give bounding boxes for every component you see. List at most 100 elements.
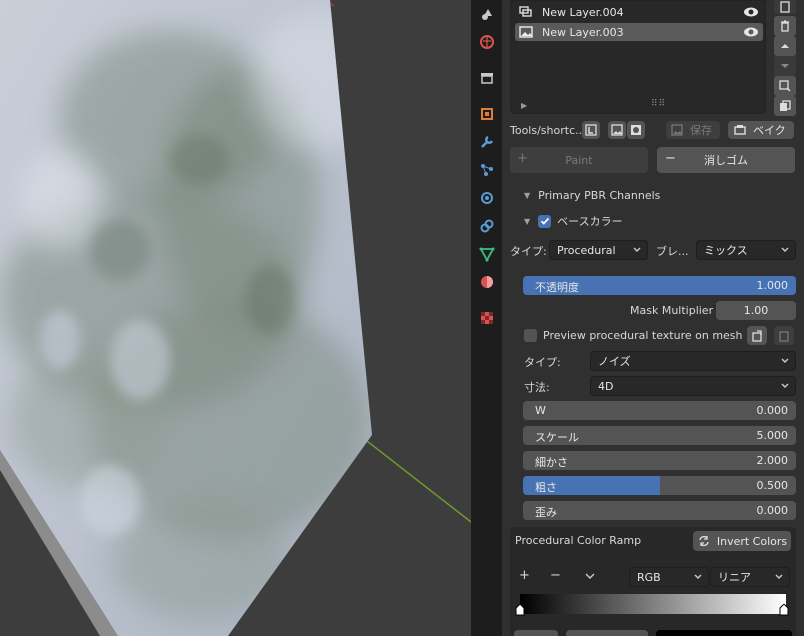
w-label: W xyxy=(535,404,546,417)
roughness-label: 粗さ xyxy=(535,481,557,494)
chevron-down-icon xyxy=(694,574,702,579)
plus-icon: + xyxy=(517,151,528,166)
erase-button[interactable]: − 消しゴム xyxy=(657,147,795,173)
chevron-down-icon xyxy=(781,358,789,363)
invert-colors-button[interactable]: Invert Colors xyxy=(693,531,791,551)
tab-material[interactable] xyxy=(474,270,500,294)
layer-row-active[interactable]: New Layer.003 xyxy=(515,23,763,41)
visibility-eye-icon[interactable] xyxy=(743,6,759,18)
save-image-icon xyxy=(671,124,683,136)
chevron-down-icon xyxy=(633,247,641,252)
tab-collection[interactable] xyxy=(474,66,500,90)
paint-button[interactable]: + Paint xyxy=(510,147,648,173)
paint-label: Paint xyxy=(565,153,593,167)
primary-pbr-section-header[interactable]: ▼ Primary PBR Channels xyxy=(524,189,660,202)
copy-to-mesh-icon xyxy=(752,329,762,342)
ramp-stop-black[interactable] xyxy=(515,604,525,616)
preview-apply-button[interactable] xyxy=(747,326,767,345)
tab-physics[interactable] xyxy=(474,186,500,210)
blend-dropdown[interactable]: ミックス xyxy=(696,240,796,260)
tab-modifiers[interactable] xyxy=(474,130,500,154)
minus-icon: − xyxy=(665,151,676,166)
mesh-data-icon xyxy=(479,247,495,262)
preview-checkbox[interactable] xyxy=(524,329,537,342)
mask-multiplier-label: Mask Multiplier xyxy=(630,304,714,317)
ramp-menu-chevron-icon[interactable] xyxy=(584,570,596,582)
base-color-checkbox[interactable] xyxy=(538,214,552,228)
primary-pbr-label: Primary PBR Channels xyxy=(538,189,661,202)
world-icon xyxy=(480,35,494,49)
move-layer-up-button[interactable] xyxy=(774,36,796,56)
mask-multiplier-field[interactable]: 1.00 xyxy=(716,301,796,320)
bake-label: ベイク xyxy=(753,124,786,137)
3d-viewport[interactable] xyxy=(0,0,471,636)
layer-list[interactable]: New Layer.004 New Layer.003 ▶ ⠿⠿ xyxy=(510,0,766,114)
ramp-remove-button[interactable]: − xyxy=(550,568,561,583)
constraints-icon xyxy=(480,219,494,233)
type-dropdown[interactable]: Procedural xyxy=(549,240,648,260)
tool-mode-button-1[interactable] xyxy=(582,121,600,139)
ramp-add-button[interactable]: + xyxy=(519,568,530,583)
save-button[interactable]: 保存 xyxy=(666,121,720,139)
collapse-triangle-icon: ▼ xyxy=(524,216,531,226)
ramp-value-field[interactable] xyxy=(566,630,648,636)
properties-tab-bar xyxy=(471,0,502,636)
type-label: タイプ: xyxy=(510,245,547,258)
delete-layer-button[interactable] xyxy=(774,16,796,36)
base-color-section-header[interactable]: ▼ ベースカラー xyxy=(524,213,623,229)
merge-layer-button[interactable] xyxy=(774,76,796,96)
dimension-dropdown[interactable]: 4D xyxy=(590,376,796,396)
paste-icon xyxy=(779,330,789,342)
layer-name: New Layer.004 xyxy=(542,5,624,19)
invert-colors-label: Invert Colors xyxy=(716,534,788,548)
ramp-position-field[interactable] xyxy=(514,630,558,636)
duplicate-layer-button[interactable] xyxy=(774,96,796,116)
preview-label: Preview procedural texture on mesh xyxy=(543,329,743,342)
add-layer-button[interactable] xyxy=(774,0,796,14)
interpolation-dropdown[interactable]: リニア xyxy=(710,567,790,587)
roughness-value: 0.500 xyxy=(756,479,789,492)
tab-object[interactable] xyxy=(474,102,500,126)
circle-mask-icon xyxy=(631,125,641,135)
preview-secondary-button[interactable] xyxy=(774,326,794,345)
scale-label: スケール xyxy=(535,431,579,444)
list-expand-triangle-icon[interactable]: ▶ xyxy=(521,101,527,110)
scale-value: 5.000 xyxy=(756,429,789,442)
save-label: 保存 xyxy=(690,124,712,137)
list-resize-grip-icon[interactable]: ⠿⠿ xyxy=(651,99,666,109)
tab-particles[interactable] xyxy=(474,158,500,182)
tab-scene[interactable] xyxy=(474,2,500,26)
w-slider[interactable]: W 0.000 xyxy=(523,401,796,420)
color-mode-dropdown[interactable]: RGB xyxy=(629,567,709,587)
color-ramp-label: Procedural Color Ramp xyxy=(515,534,642,547)
tool-mode-button-2[interactable] xyxy=(608,121,626,139)
tool-mode-button-3[interactable] xyxy=(627,121,645,139)
tab-constraints[interactable] xyxy=(474,214,500,238)
roughness-slider[interactable]: 粗さ 0.500 xyxy=(523,476,796,495)
detail-slider[interactable]: 細かさ 2.000 xyxy=(523,451,796,470)
image-layer-icon xyxy=(518,25,534,39)
scale-slider[interactable]: スケール 5.000 xyxy=(523,426,796,445)
ramp-stop-white[interactable] xyxy=(779,604,789,616)
opacity-slider[interactable]: 不透明度 1.000 xyxy=(523,276,796,295)
tab-world[interactable] xyxy=(474,30,500,54)
bake-button[interactable]: ベイク xyxy=(728,121,794,139)
noise-type-dropdown[interactable]: ノイズ xyxy=(590,351,796,371)
tab-data[interactable] xyxy=(474,242,500,266)
visibility-eye-icon[interactable] xyxy=(743,26,759,38)
distortion-slider[interactable]: 歪み 0.000 xyxy=(523,501,796,520)
interpolation-value: リニア xyxy=(718,571,751,584)
move-layer-down-button[interactable] xyxy=(774,56,796,76)
opacity-value: 1.000 xyxy=(756,279,789,292)
ramp-stop-color-swatch[interactable] xyxy=(656,630,792,636)
layer-row[interactable]: New Layer.004 xyxy=(515,3,763,21)
physics-icon xyxy=(481,192,493,204)
color-ramp-gradient[interactable] xyxy=(520,594,786,614)
chevron-down-icon xyxy=(781,383,789,388)
preview-procedural-toggle[interactable]: Preview procedural texture on mesh xyxy=(524,329,743,342)
w-value: 0.000 xyxy=(756,404,789,417)
blend-label: ブレ... xyxy=(656,245,689,258)
noise-type-label: タイプ: xyxy=(524,356,561,369)
viewport-scene xyxy=(0,0,471,636)
tab-texture[interactable] xyxy=(474,306,500,330)
